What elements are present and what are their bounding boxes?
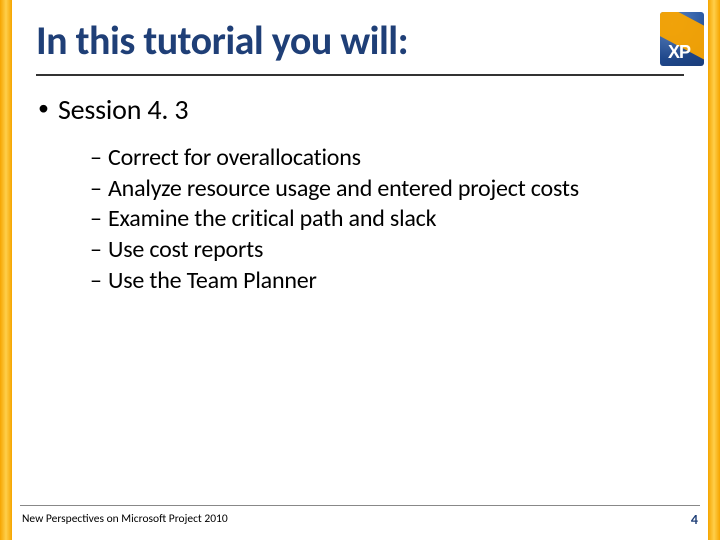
sub-bullet: Correct for overallocations	[90, 143, 684, 174]
title-underline	[36, 74, 684, 76]
xp-badge-text: XP	[668, 42, 690, 63]
decor-bar-left	[0, 0, 12, 540]
sub-bullet: Analyze resource usage and entered proje…	[90, 174, 684, 205]
sub-bullet: Use cost reports	[90, 235, 684, 266]
slide: XP In this tutorial you will: Session 4.…	[0, 0, 720, 540]
content-area: Session 4. 3 Correct for overallocations…	[36, 92, 684, 297]
sub-bullet: Examine the critical path and slack	[90, 204, 684, 235]
footer-text: New Perspectives on Microsoft Project 20…	[22, 512, 228, 526]
slide-title: In this tutorial you will:	[36, 16, 408, 65]
sub-bullet-list: Correct for overallocations Analyze reso…	[36, 143, 684, 297]
footer-divider	[20, 505, 700, 506]
bullet-session: Session 4. 3	[36, 92, 684, 127]
sub-bullet: Use the Team Planner	[90, 266, 684, 297]
xp-badge-icon: XP	[660, 12, 704, 66]
decor-bar-right	[708, 0, 720, 540]
page-number: 4	[691, 511, 698, 528]
